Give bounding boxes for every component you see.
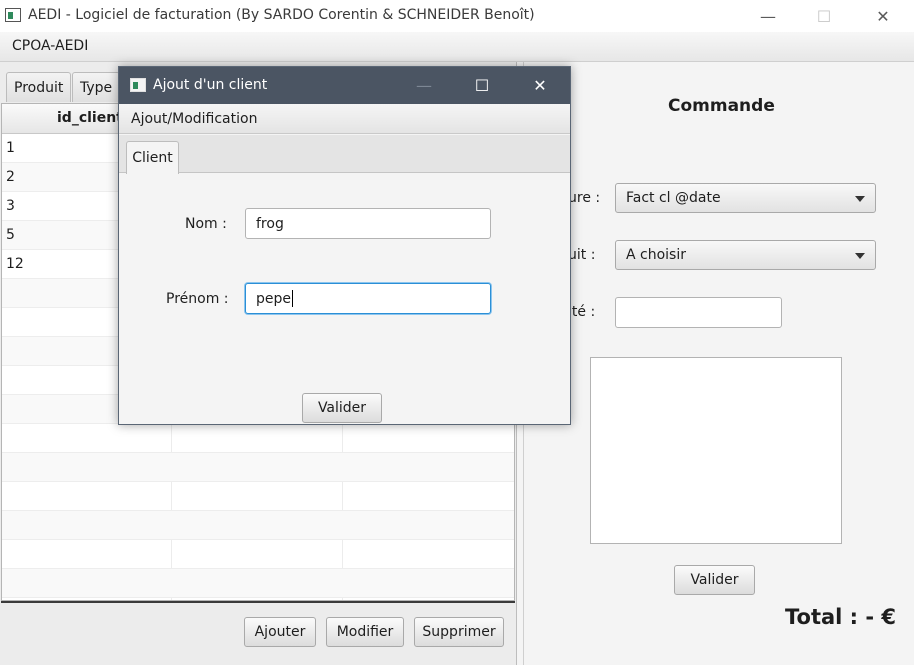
cell-id-client: 1 <box>6 140 15 156</box>
table-bottom-border <box>1 601 515 603</box>
window-title: AEDI - Logiciel de facturation (By SARDO… <box>28 7 535 23</box>
order-title: Commande <box>668 96 775 116</box>
tab-client[interactable]: Client <box>126 141 179 174</box>
tab-produit[interactable]: Produit <box>6 72 72 102</box>
cell-id-client: 12 <box>6 256 24 272</box>
nom-value: frog <box>256 215 284 232</box>
app-icon <box>130 78 146 92</box>
empty-row <box>2 453 514 482</box>
empty-row <box>2 424 514 453</box>
maximize-icon[interactable]: ☐ <box>453 67 511 104</box>
minimize-icon: — <box>416 76 432 95</box>
cell-id-client: 2 <box>6 169 15 185</box>
dialog-tabbar: Client <box>119 135 570 174</box>
empty-row <box>2 482 514 511</box>
dialog-titlebar[interactable]: Ajout d'un client — ☐ ✕ <box>119 67 570 104</box>
nom-input[interactable]: frog <box>245 208 491 239</box>
facture-combobox[interactable]: Fact cl @date <box>615 183 876 213</box>
maximize-icon: ☐ <box>816 6 832 26</box>
close-icon[interactable]: ✕ <box>860 0 906 32</box>
facture-selected-value: Fact cl @date <box>626 190 721 206</box>
text-caret <box>292 290 293 307</box>
minimize-icon[interactable]: — <box>745 0 791 32</box>
nom-label: Nom : <box>185 216 227 232</box>
dialog-validate-button[interactable]: Valider <box>302 393 382 423</box>
dialog-title: Ajout d'un client <box>153 77 268 93</box>
produit-selected-value: A choisir <box>626 247 686 263</box>
main-window-titlebar[interactable]: AEDI - Logiciel de facturation (By SARDO… <box>0 0 914 32</box>
prenom-value: pepe <box>256 290 291 307</box>
modify-button[interactable]: Modifier <box>326 617 404 647</box>
cell-id-client: 3 <box>6 198 15 214</box>
column-header-id-client[interactable]: id_client <box>57 110 123 126</box>
empty-row <box>2 540 514 569</box>
dialog-menubar: Ajout/Modification <box>119 104 570 134</box>
menu-cpoa-aedi[interactable]: CPOA-AEDI <box>12 38 88 54</box>
chevron-down-icon <box>855 253 865 259</box>
order-total: Total : - € <box>785 605 897 629</box>
prenom-input[interactable]: pepe <box>245 283 491 314</box>
empty-row <box>2 569 514 598</box>
menubar: CPOA-AEDI <box>0 32 914 62</box>
add-button[interactable]: Ajouter <box>244 617 316 647</box>
cell-id-client: 5 <box>6 227 15 243</box>
prenom-label: Prénom : <box>166 291 229 307</box>
order-validate-button[interactable]: Valider <box>674 565 755 595</box>
chevron-down-icon <box>855 196 865 202</box>
produit-combobox[interactable]: A choisir <box>615 240 876 270</box>
menu-ajout-modification[interactable]: Ajout/Modification <box>131 111 257 127</box>
add-client-dialog: Ajout d'un client — ☐ ✕ Ajout/Modificati… <box>118 66 571 425</box>
empty-row <box>2 511 514 540</box>
order-lines-list[interactable] <box>590 357 842 544</box>
tab-type[interactable]: Type <box>72 72 121 102</box>
app-icon <box>5 8 21 22</box>
quantite-input[interactable] <box>615 297 782 328</box>
facture-label: ure : <box>568 190 601 206</box>
close-icon[interactable]: ✕ <box>511 67 569 104</box>
quantite-label: ité : <box>568 304 596 320</box>
produit-label: uit : <box>568 247 596 263</box>
delete-button[interactable]: Supprimer <box>414 617 504 647</box>
